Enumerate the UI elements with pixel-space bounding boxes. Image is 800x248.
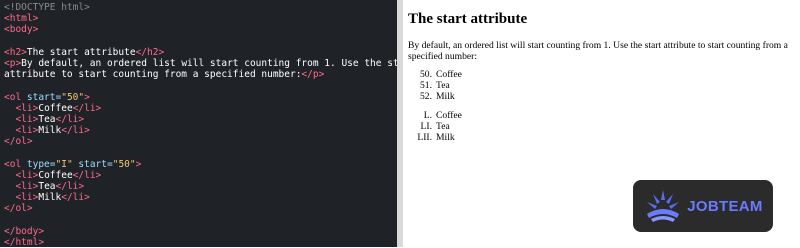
list-item: 50. Coffee xyxy=(408,69,796,80)
preview-heading: The start attribute xyxy=(408,11,528,27)
attr-token: start= xyxy=(26,91,62,103)
tag-token: </li> xyxy=(61,125,90,137)
list-item: L. Coffee xyxy=(408,110,796,121)
text-token: Tea xyxy=(38,113,56,125)
text-token: Milk xyxy=(38,125,62,137)
attr-token: type= xyxy=(26,158,56,170)
code-line: <li>Coffee</li> xyxy=(4,103,397,114)
tag-token: </li> xyxy=(55,113,85,125)
code-line: <li>Milk</li> xyxy=(4,192,397,203)
code-line: </html> xyxy=(4,237,397,248)
tag-token: <li> xyxy=(15,181,39,192)
jobteam-brand-text: JOBTEAM xyxy=(687,197,763,215)
ordered-list-start-50: 50. Coffee 51. Tea 52. Milk xyxy=(408,69,796,102)
list-marker: 51. xyxy=(420,80,432,91)
tag-token: > xyxy=(135,158,142,170)
tag-token: <p> xyxy=(4,57,22,69)
code-line: <html> xyxy=(4,13,397,24)
tag-token: <html> xyxy=(4,13,39,25)
list-marker: 52. xyxy=(420,91,432,102)
attr-token: start= xyxy=(72,158,113,170)
code-editor[interactable]: <!DOCTYPE html> <html> <body> <h2>The st… xyxy=(0,0,416,248)
jobteam-logo-icon xyxy=(647,190,680,222)
ordered-list-roman-start-50: L. Coffee LI. Tea LII. Milk xyxy=(408,110,796,143)
tag-token: </ol> xyxy=(4,136,33,148)
list-item-text: Coffee xyxy=(436,110,462,121)
code-line: <h2>The start attribute</h2> xyxy=(4,47,397,58)
tag-token: <li> xyxy=(15,192,39,204)
text-token: attribute to start counting from a speci… xyxy=(4,69,302,81)
code-line: </body> xyxy=(4,226,397,237)
tag-token: </li> xyxy=(72,169,102,181)
list-marker: L. xyxy=(423,110,432,121)
tag-token: </li> xyxy=(72,102,102,114)
code-line: <li>Tea</li> xyxy=(4,181,397,192)
tag-token: <body> xyxy=(4,24,39,36)
preview-paragraph: By default, an ordered list will start c… xyxy=(408,40,788,62)
tag-token: <li> xyxy=(15,169,39,181)
code-line: <p>By default, an ordered list will star… xyxy=(4,57,416,69)
string-token: "50" xyxy=(112,158,136,170)
string-token: "50" xyxy=(61,91,85,103)
list-item: LI. Tea xyxy=(408,121,796,132)
code-line: <li>Milk</li> xyxy=(4,125,397,136)
list-marker: LI. xyxy=(420,121,432,132)
list-item-text: Coffee xyxy=(436,69,462,80)
code-line: <ol start="50"> xyxy=(4,92,397,103)
list-marker: LII. xyxy=(417,132,432,143)
tag-token: <ol xyxy=(4,91,27,103)
tag-token: <li> xyxy=(15,102,39,114)
jobteam-logo: JOBTEAM xyxy=(633,180,773,232)
text-token: The start attribute xyxy=(26,46,136,58)
string-token: "I" xyxy=(55,158,73,170)
tag-token: <li> xyxy=(15,113,39,125)
tag-token: <h2> xyxy=(4,46,27,58)
text-token: Coffee xyxy=(38,102,73,114)
tag-token: </li> xyxy=(61,192,90,204)
tag-token: > xyxy=(84,91,90,103)
tag-token: <ol xyxy=(4,158,27,170)
code-line: <!DOCTYPE html> xyxy=(4,2,397,13)
tag-token: </body> xyxy=(4,225,45,237)
text-token: Milk xyxy=(38,192,62,204)
text-token: Coffee xyxy=(38,169,73,181)
tag-token: </ol> xyxy=(4,203,33,215)
list-marker: 50. xyxy=(420,69,432,80)
code-line: </ol> xyxy=(4,136,397,147)
code-line: <ol type="I" start="50"> xyxy=(4,159,397,170)
list-item-text: Milk xyxy=(436,91,455,102)
list-item-text: Tea xyxy=(436,121,450,132)
tag-token: <li> xyxy=(15,125,39,137)
tag-token: </html> xyxy=(4,236,45,248)
tag-token: </li> xyxy=(55,181,85,192)
doctype-token: <!DOCTYPE html> xyxy=(4,2,90,13)
tag-token: </h2> xyxy=(135,46,165,58)
code-line: attribute to start counting from a speci… xyxy=(4,69,397,80)
code-line: </ol> xyxy=(4,203,397,214)
text-token: By default, an ordered list will start c… xyxy=(21,57,416,69)
list-item: LII. Milk xyxy=(408,132,796,143)
list-item: 51. Tea xyxy=(408,80,796,91)
code-line: <body> xyxy=(4,24,397,35)
text-token: Tea xyxy=(38,181,56,192)
list-item-text: Tea xyxy=(436,80,450,91)
list-item: 52. Milk xyxy=(408,91,796,102)
list-item-text: Milk xyxy=(436,132,455,143)
code-line: <li>Tea</li> xyxy=(4,114,397,125)
tag-token: </p> xyxy=(301,69,325,81)
code-line: <li>Coffee</li> xyxy=(4,170,397,181)
